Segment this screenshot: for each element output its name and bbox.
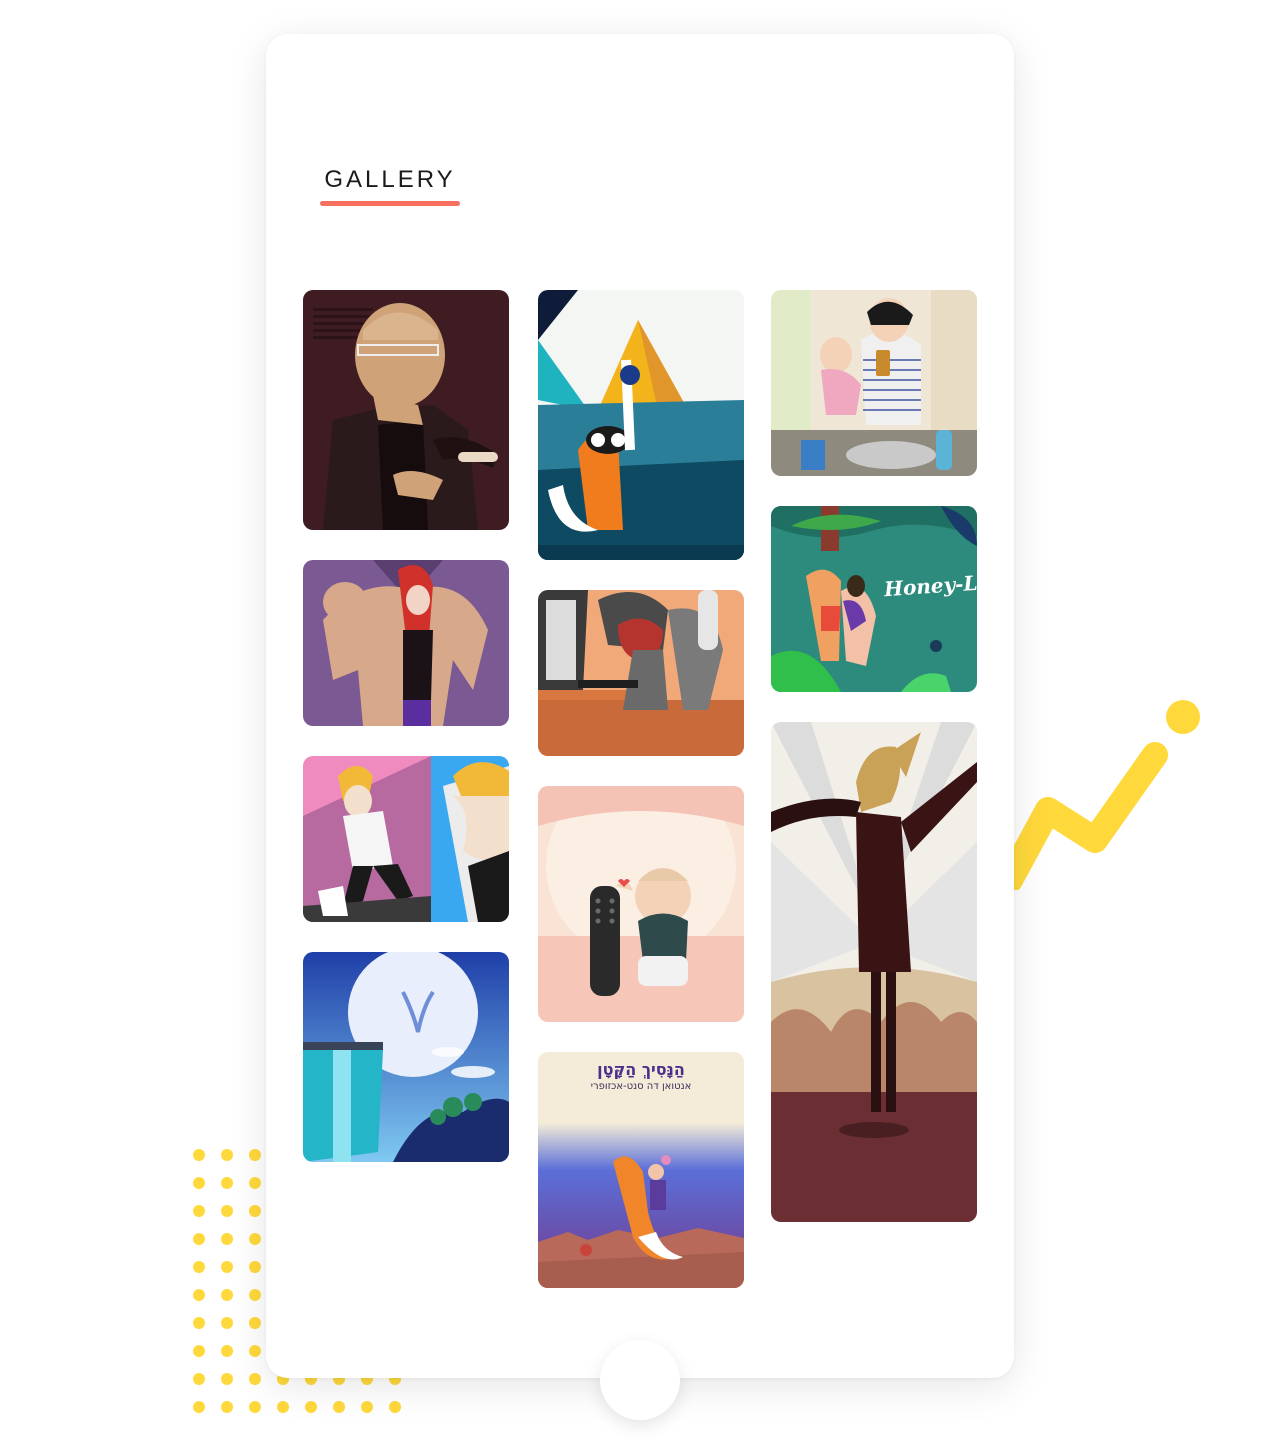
gallery-tile-muscle-man[interactable]: [303, 560, 509, 726]
decorative-dot: [249, 1345, 261, 1357]
decorative-dot: [221, 1373, 233, 1385]
decorative-dot: [221, 1205, 233, 1217]
decorative-zigzag: [990, 690, 1210, 895]
gallery-tile-bald-man[interactable]: [303, 290, 509, 530]
decorative-dot: [193, 1177, 205, 1189]
decorative-dot: [249, 1233, 261, 1245]
gallery-tile-fox-pyramid[interactable]: [538, 290, 744, 560]
gallery-tile-baby-remote[interactable]: [538, 786, 744, 1022]
gallery-tile-gamer[interactable]: [538, 590, 744, 756]
decorative-dot: [249, 1401, 261, 1413]
gallery-title-underline: [320, 201, 460, 206]
gallery-tile-blond-man[interactable]: [303, 756, 509, 922]
decorative-dot: [221, 1261, 233, 1273]
decorative-dot: [193, 1261, 205, 1273]
decorative-dot: [193, 1373, 205, 1385]
fox-pyramid-image: [538, 290, 744, 560]
gallery-tile-mother-child[interactable]: [771, 290, 977, 476]
decorative-dot: [361, 1401, 373, 1413]
decorative-dot: [221, 1289, 233, 1301]
decorative-dot: [221, 1317, 233, 1329]
home-button[interactable]: [600, 1340, 680, 1420]
decorative-dot: [249, 1373, 261, 1385]
baby-remote-image: [538, 786, 744, 1022]
decorative-dot: [193, 1149, 205, 1161]
decorative-dot: [221, 1177, 233, 1189]
mother-child-image: [771, 290, 977, 476]
honey-image: [771, 506, 977, 692]
gallery-tile-little-prince[interactable]: הַנָּסִיךְ הַקָּטָן אנטואן דה סנט-אכזופר…: [538, 1052, 744, 1288]
little-prince-title: הַנָּסִיךְ הַקָּטָן: [597, 1060, 685, 1079]
decorative-dot: [193, 1205, 205, 1217]
decorative-dot: [193, 1233, 205, 1245]
decorative-dot: [249, 1177, 261, 1189]
decorative-dot: [221, 1233, 233, 1245]
decorative-dot: [249, 1289, 261, 1301]
gallery-tile-rabbit-suit[interactable]: [771, 722, 977, 1222]
decorative-dot: [249, 1205, 261, 1217]
little-prince-subtitle: אנטואן דה סנט-אכזופרי: [590, 1081, 692, 1092]
decorative-dot: [221, 1401, 233, 1413]
little-prince-caption: הַנָּסִיךְ הַקָּטָן אנטואן דה סנט-אכזופר…: [538, 1060, 744, 1092]
gallery-title: GALLERY: [324, 166, 456, 193]
gallery-tile-honey[interactable]: Honey-L: [771, 506, 977, 692]
decorative-dot: [277, 1401, 289, 1413]
rabbit-suit-image: [771, 722, 977, 1222]
decorative-dot: [249, 1149, 261, 1161]
decorative-dot: [221, 1149, 233, 1161]
decorative-dot: [193, 1317, 205, 1329]
moon-cliff-image: [303, 952, 509, 1162]
bald-man-image: [303, 290, 509, 530]
decorative-dot: [249, 1317, 261, 1329]
blond-man-image: [303, 756, 509, 922]
decorative-dot: [333, 1401, 345, 1413]
gallery-tile-moon-cliff[interactable]: [303, 952, 509, 1162]
gamer-image: [538, 590, 744, 756]
decorative-dot: [193, 1289, 205, 1301]
decorative-dot: [249, 1261, 261, 1273]
decorative-dot: [193, 1401, 205, 1413]
decorative-dot: [221, 1345, 233, 1357]
decorative-dot: [193, 1345, 205, 1357]
decorative-dot: [389, 1401, 401, 1413]
decorative-dot: [305, 1401, 317, 1413]
muscle-man-image: [303, 560, 509, 726]
